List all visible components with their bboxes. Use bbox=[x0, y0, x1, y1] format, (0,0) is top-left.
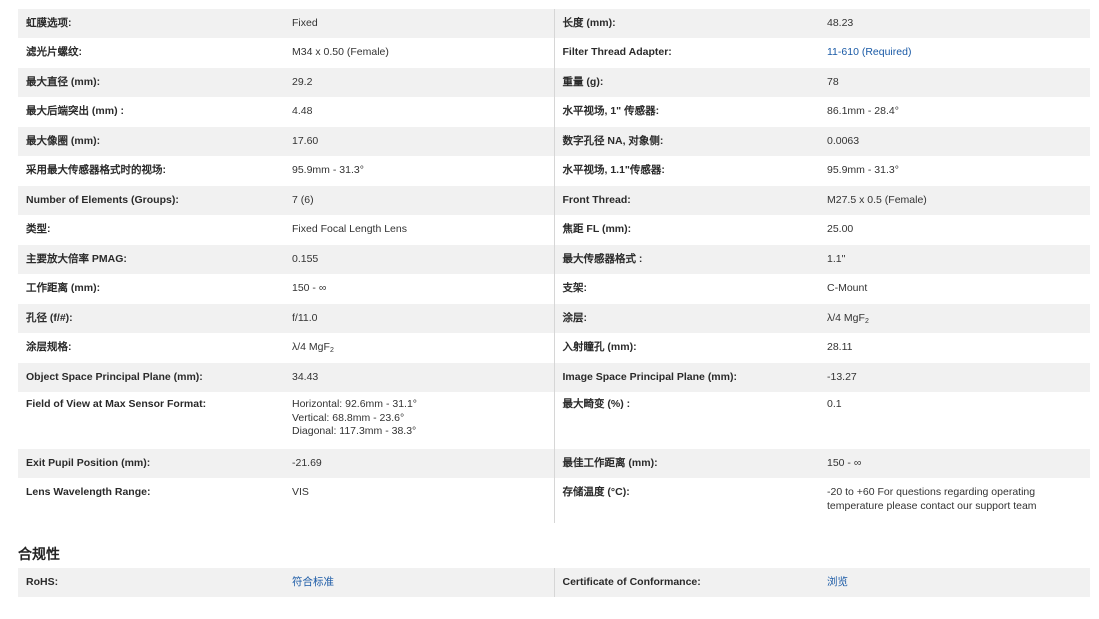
spec-label: 数字孔径 NA, 对象侧: bbox=[553, 127, 819, 156]
spec-value: -20 to +60 For questions regarding opera… bbox=[819, 478, 1090, 523]
spec-row: 最大直径 (mm): 29.2 重量 (g): 78 bbox=[18, 68, 1090, 97]
spec-label: Lens Wavelength Range: bbox=[18, 478, 284, 523]
spec-label: 水平视场, 1" 传感器: bbox=[553, 97, 819, 127]
spec-value: VIS bbox=[284, 478, 554, 523]
filter-thread-adapter-link[interactable]: 11-610 (Required) bbox=[819, 38, 1090, 68]
coating-subscript: 2 bbox=[864, 318, 869, 325]
spec-value: Horizontal: 92.6mm - 31.1° Vertical: 68.… bbox=[284, 392, 554, 449]
spec-label: 涂层规格: bbox=[18, 333, 284, 363]
spec-row: 工作距离 (mm): 150 - ∞ 支架: C-Mount bbox=[18, 274, 1090, 304]
spec-row: 最大像圈 (mm): 17.60 数字孔径 NA, 对象侧: 0.0063 bbox=[18, 127, 1090, 156]
spec-row: 孔径 (f/#): f/11.0 涂层: λ/4 MgF2 bbox=[18, 304, 1090, 333]
spec-label: Object Space Principal Plane (mm): bbox=[18, 363, 284, 392]
spec-value: 1.1" bbox=[819, 245, 1090, 274]
spec-value: 48.23 bbox=[819, 9, 1090, 38]
spec-label: 工作距离 (mm): bbox=[18, 274, 284, 304]
spec-value: 25.00 bbox=[819, 215, 1090, 245]
spec-value: 150 - ∞ bbox=[284, 274, 554, 304]
spec-value: 78 bbox=[819, 68, 1090, 97]
certificate-label: Certificate of Conformance: bbox=[553, 568, 819, 597]
spec-value: 0.155 bbox=[284, 245, 554, 274]
specs-table: 虹膜选项: Fixed 长度 (mm): 48.23 滤光片螺纹: M34 x … bbox=[18, 9, 1090, 523]
rohs-label: RoHS: bbox=[18, 568, 284, 597]
spec-label: 最大传感器格式 : bbox=[553, 245, 819, 274]
spec-label: 虹膜选项: bbox=[18, 9, 284, 38]
spec-label: 最大直径 (mm): bbox=[18, 68, 284, 97]
spec-label: 重量 (g): bbox=[553, 68, 819, 97]
spec-value: 34.43 bbox=[284, 363, 554, 392]
spec-value: Fixed Focal Length Lens bbox=[284, 215, 554, 245]
storage-temp-line: temperature please contact our support t… bbox=[827, 499, 1037, 512]
spec-value: 95.9mm - 31.3° bbox=[819, 156, 1090, 186]
spec-label: 最佳工作距离 (mm): bbox=[553, 449, 819, 478]
spec-row: Number of Elements (Groups): 7 (6) Front… bbox=[18, 186, 1090, 215]
fov-vertical: Vertical: 68.8mm - 23.6° bbox=[292, 411, 405, 424]
spec-label: 最大像圈 (mm): bbox=[18, 127, 284, 156]
spec-row: Exit Pupil Position (mm): -21.69 最佳工作距离 … bbox=[18, 449, 1090, 478]
spec-row: Object Space Principal Plane (mm): 34.43… bbox=[18, 363, 1090, 392]
spec-label: Exit Pupil Position (mm): bbox=[18, 449, 284, 478]
coating-spec-subscript: 2 bbox=[329, 347, 334, 354]
spec-value: 86.1mm - 28.4° bbox=[819, 97, 1090, 127]
spec-label: Filter Thread Adapter: bbox=[553, 38, 819, 68]
spec-row: 虹膜选项: Fixed 长度 (mm): 48.23 bbox=[18, 9, 1090, 38]
spec-value: Fixed bbox=[284, 9, 554, 38]
spec-value: -13.27 bbox=[819, 363, 1090, 392]
spec-label: 入射瞳孔 (mm): bbox=[553, 333, 819, 363]
specs-table-container: 虹膜选项: Fixed 长度 (mm): 48.23 滤光片螺纹: M34 x … bbox=[18, 9, 1090, 523]
storage-temp-line: -20 to +60 For questions regarding opera… bbox=[827, 486, 1036, 498]
spec-row: 类型: Fixed Focal Length Lens 焦距 FL (mm): … bbox=[18, 215, 1090, 245]
spec-label: Number of Elements (Groups): bbox=[18, 186, 284, 215]
spec-row: 采用最大传感器格式时的视场: 95.9mm - 31.3° 水平视场, 1.1"… bbox=[18, 156, 1090, 186]
spec-label: 支架: bbox=[553, 274, 819, 304]
spec-value: 0.0063 bbox=[819, 127, 1090, 156]
rohs-compliant-link[interactable]: 符合标准 bbox=[284, 568, 554, 597]
spec-label: Field of View at Max Sensor Format: bbox=[18, 392, 284, 449]
spec-label: 涂层: bbox=[553, 304, 819, 333]
spec-value: 17.60 bbox=[284, 127, 554, 156]
spec-value: 29.2 bbox=[284, 68, 554, 97]
spec-value: 150 - ∞ bbox=[819, 449, 1090, 478]
spec-value: 95.9mm - 31.3° bbox=[284, 156, 554, 186]
spec-label: 存储温度 (°C): bbox=[553, 478, 819, 523]
spec-label: Image Space Principal Plane (mm): bbox=[553, 363, 819, 392]
spec-value: M27.5 x 0.5 (Female) bbox=[819, 186, 1090, 215]
compliance-table: RoHS: 符合标准 Certificate of Conformance: 浏… bbox=[18, 568, 1090, 597]
fov-horizontal: Horizontal: 92.6mm - 31.1° bbox=[292, 398, 418, 410]
spec-value: f/11.0 bbox=[284, 304, 554, 333]
spec-value: 28.11 bbox=[819, 333, 1090, 363]
spec-value: 7 (6) bbox=[284, 186, 554, 215]
spec-row: Lens Wavelength Range: VIS 存储温度 (°C): -2… bbox=[18, 478, 1090, 523]
certificate-view-link[interactable]: 浏览 bbox=[819, 568, 1090, 597]
spec-label: Front Thread: bbox=[553, 186, 819, 215]
spec-value: λ/4 MgF2 bbox=[819, 304, 1090, 333]
spec-label: 最大畸变 (%) : bbox=[553, 392, 819, 449]
spec-label: 滤光片螺纹: bbox=[18, 38, 284, 68]
spec-row: 涂层规格: λ/4 MgF2 入射瞳孔 (mm): 28.11 bbox=[18, 333, 1090, 363]
compliance-heading: 合规性 bbox=[18, 546, 60, 562]
spec-row: Field of View at Max Sensor Format: Hori… bbox=[18, 392, 1090, 449]
spec-value: -21.69 bbox=[284, 449, 554, 478]
coating-text: λ/4 MgF bbox=[827, 312, 865, 324]
spec-label: 类型: bbox=[18, 215, 284, 245]
compliance-table-container: RoHS: 符合标准 Certificate of Conformance: 浏… bbox=[18, 568, 1090, 597]
spec-value: 0.1 bbox=[819, 392, 1090, 449]
spec-label: 孔径 (f/#): bbox=[18, 304, 284, 333]
spec-value: M34 x 0.50 (Female) bbox=[284, 38, 554, 68]
spec-row: 滤光片螺纹: M34 x 0.50 (Female) Filter Thread… bbox=[18, 38, 1090, 68]
spec-row: 最大后端突出 (mm) : 4.48 水平视场, 1" 传感器: 86.1mm … bbox=[18, 97, 1090, 127]
spec-label: 采用最大传感器格式时的视场: bbox=[18, 156, 284, 186]
spec-value: C-Mount bbox=[819, 274, 1090, 304]
compliance-row: RoHS: 符合标准 Certificate of Conformance: 浏… bbox=[18, 568, 1090, 597]
spec-value: λ/4 MgF2 bbox=[284, 333, 554, 363]
spec-value: 4.48 bbox=[284, 97, 554, 127]
spec-label: 最大后端突出 (mm) : bbox=[18, 97, 284, 127]
spec-label: 长度 (mm): bbox=[553, 9, 819, 38]
spec-label: 水平视场, 1.1"传感器: bbox=[553, 156, 819, 186]
spec-label: 焦距 FL (mm): bbox=[553, 215, 819, 245]
spec-label: 主要放大倍率 PMAG: bbox=[18, 245, 284, 274]
coating-spec-text: λ/4 MgF bbox=[292, 341, 330, 353]
spec-row: 主要放大倍率 PMAG: 0.155 最大传感器格式 : 1.1" bbox=[18, 245, 1090, 274]
fov-diagonal: Diagonal: 117.3mm - 38.3° bbox=[292, 425, 417, 437]
